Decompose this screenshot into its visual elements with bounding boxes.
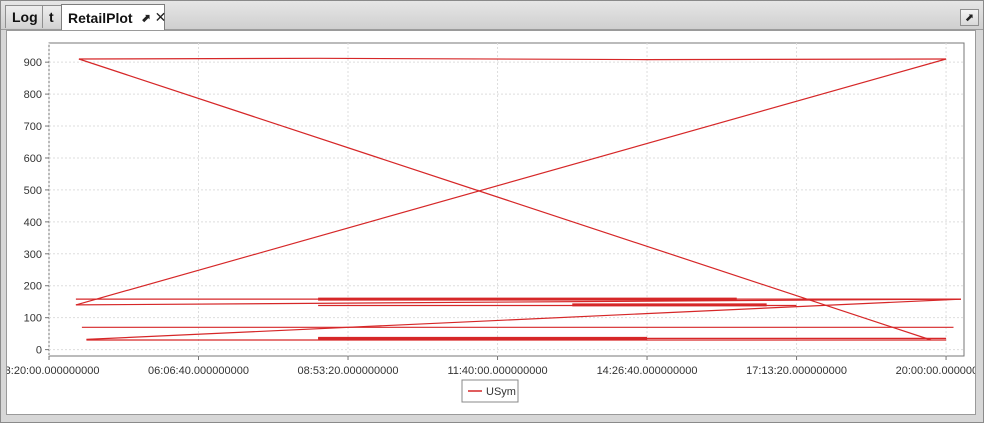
x-tick-label: 03:20:00.000000000 — [7, 365, 99, 377]
x-tick-label: 11:40:00.000000000 — [447, 365, 547, 377]
tab-retailplot-label: RetailPlot — [68, 9, 133, 26]
popout-icon: ⬈ — [964, 12, 975, 24]
line-chart[interactable]: 0 100 200 300 400 500 600 700 800 900 03:20:00.000… — [7, 31, 975, 414]
y-tick-label: 900 — [24, 57, 42, 69]
tab-t[interactable]: t — [42, 5, 62, 28]
x-tick-label: 08:53:20.000000000 — [298, 365, 399, 377]
tab-retailplot[interactable]: RetailPlot ⬈ ✕ — [61, 4, 167, 30]
y-tick-label: 400 — [24, 217, 42, 229]
y-tick-label: 300 — [24, 249, 42, 261]
tab-log-label: Log — [12, 9, 38, 25]
tab-log[interactable]: Log — [5, 5, 43, 28]
maximize-popout-button[interactable]: ⬈ — [960, 9, 979, 26]
y-tick-label: 500 — [24, 185, 42, 197]
y-tick-label: 800 — [24, 89, 42, 101]
x-tick-label: 14:26:40.000000000 — [597, 365, 698, 377]
plot-window: Log t RetailPlot ⬈ ✕ ⬈ 0 100 200 300 400 500 6… — [0, 0, 984, 423]
popout-icon[interactable]: ⬈ — [141, 11, 151, 25]
y-tick-label: 600 — [24, 153, 42, 165]
y-tick-label: 200 — [24, 281, 42, 293]
legend-label: USym — [486, 386, 516, 398]
y-tick-label: 0 — [36, 345, 42, 357]
x-tick-label: 20:00:00.000000000 — [896, 365, 975, 377]
tab-t-label: t — [49, 9, 54, 25]
y-tick-label: 100 — [24, 313, 42, 325]
plot-panel[interactable]: 0 100 200 300 400 500 600 700 800 900 03:20:00.000… — [6, 30, 976, 415]
close-icon[interactable]: ✕ — [155, 9, 167, 26]
y-tick-label: 700 — [24, 121, 42, 133]
x-tick-label: 17:13:20.000000000 — [746, 365, 847, 377]
x-tick-label: 06:06:40.000000000 — [148, 365, 249, 377]
tab-strip: Log t RetailPlot ⬈ ✕ ⬈ — [1, 1, 983, 30]
